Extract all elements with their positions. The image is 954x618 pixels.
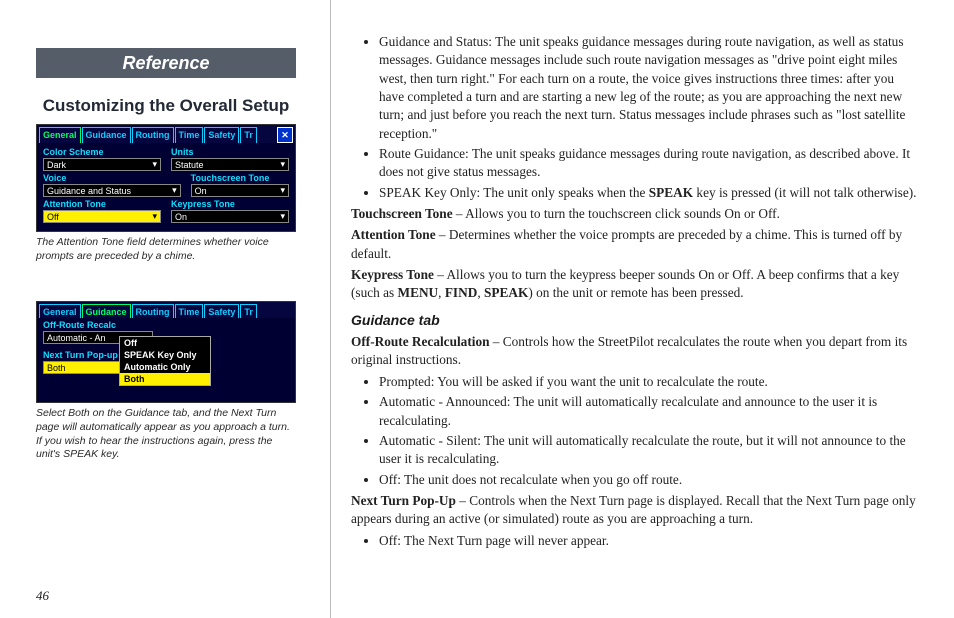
chevron-down-icon: ▾ xyxy=(152,159,157,170)
bullet-text: The unit speaks guidance messages during… xyxy=(379,34,905,141)
paragraph: Off-Route Recalculation – Controls how t… xyxy=(351,333,920,370)
list-item: Automatic - Announced: The unit will aut… xyxy=(379,393,920,430)
run-in-label: Touchscreen Tone xyxy=(351,206,453,221)
bullet-lead: Route Guidance: xyxy=(379,146,472,161)
color-scheme-select[interactable]: Dark ▾ xyxy=(43,158,161,171)
dropdown-option[interactable]: SPEAK Key Only xyxy=(120,349,210,361)
bullet-lead: SPEAK Key Only: xyxy=(379,185,483,200)
select-value: On xyxy=(195,186,207,196)
bullet-text: The unit only speaks when the xyxy=(483,185,648,200)
tab-general[interactable]: General xyxy=(39,304,81,318)
select-value: On xyxy=(175,212,187,222)
figure-caption: The Attention Tone field determines whet… xyxy=(36,236,296,263)
paragraph-text: – Allows you to turn the touchscreen cli… xyxy=(453,206,780,221)
left-column: Reference Customizing the Overall Setup … xyxy=(0,0,330,618)
dropdown-option[interactable]: Off xyxy=(120,337,210,349)
select-value: Guidance and Status xyxy=(47,186,131,196)
list-item: Route Guidance: The unit speaks guidance… xyxy=(379,145,920,182)
paragraph: Next Turn Pop-Up – Controls when the Nex… xyxy=(351,492,920,529)
device-tabs: General Guidance Routing Time Safety Tr xyxy=(37,302,295,318)
field-label: Off-Route Recalc xyxy=(43,320,289,330)
field-label: Keypress Tone xyxy=(171,199,289,209)
tab-routing[interactable]: Routing xyxy=(132,127,174,143)
list-item: Off: The Next Turn page will never appea… xyxy=(379,532,920,550)
list-item: Guidance and Status: The unit speaks gui… xyxy=(379,33,920,143)
key-name: SPEAK xyxy=(649,185,693,200)
dropdown-option[interactable]: Automatic Only xyxy=(120,361,210,373)
device-screenshot-general: General Guidance Routing Time Safety Tr … xyxy=(36,124,296,232)
tab-safety[interactable]: Safety xyxy=(204,127,239,143)
select-value: Off xyxy=(47,212,59,222)
select-value: Statute xyxy=(175,160,204,170)
recalc-options-list: Prompted: You will be asked if you want … xyxy=(351,373,920,489)
field-label: Color Scheme xyxy=(43,147,161,157)
bullet-lead: Guidance and Status: xyxy=(379,34,495,49)
chevron-down-icon: ▾ xyxy=(152,211,157,222)
close-icon[interactable]: ✕ xyxy=(277,127,293,143)
tab-time[interactable]: Time xyxy=(175,127,204,143)
figure-caption: Select Both on the Guidance tab, and the… xyxy=(36,407,296,462)
run-in-label: Attention Tone xyxy=(351,227,436,242)
run-in-label: Next Turn Pop-Up xyxy=(351,493,456,508)
tab-routing[interactable]: Routing xyxy=(132,304,174,318)
field-label: Attention Tone xyxy=(43,199,161,209)
dropdown-option-highlighted[interactable]: Both xyxy=(120,373,210,385)
tab-guidance[interactable]: Guidance xyxy=(82,127,131,143)
chevron-down-icon: ▾ xyxy=(280,185,285,196)
body-text-column: Guidance and Status: The unit speaks gui… xyxy=(330,0,954,618)
field-label: Voice xyxy=(43,173,181,183)
page-number: 46 xyxy=(36,588,49,604)
key-name: MENU xyxy=(398,285,439,300)
tab-safety[interactable]: Safety xyxy=(204,304,239,318)
units-select[interactable]: Statute ▾ xyxy=(171,158,289,171)
keypress-tone-select[interactable]: On ▾ xyxy=(171,210,289,223)
paragraph: Attention Tone – Determines whether the … xyxy=(351,226,920,263)
tab-general[interactable]: General xyxy=(39,127,81,143)
tab-guidance[interactable]: Guidance xyxy=(82,304,131,318)
run-in-label: Keypress Tone xyxy=(351,267,434,282)
attention-tone-select[interactable]: Off ▾ xyxy=(43,210,161,223)
select-value: Both xyxy=(47,363,66,373)
field-label: Units xyxy=(171,147,289,157)
list-item: Prompted: You will be asked if you want … xyxy=(379,373,920,391)
run-in-label: Off-Route Recalculation xyxy=(351,334,489,349)
key-name: FIND xyxy=(445,285,478,300)
tab-tr[interactable]: Tr xyxy=(240,304,257,318)
chevron-down-icon: ▾ xyxy=(280,211,285,222)
dropdown-menu[interactable]: Off SPEAK Key Only Automatic Only Both xyxy=(119,336,211,386)
device-screenshot-guidance: General Guidance Routing Time Safety Tr … xyxy=(36,301,296,403)
voice-mode-list: Guidance and Status: The unit speaks gui… xyxy=(351,33,920,202)
next-turn-options-list: Off: The Next Turn page will never appea… xyxy=(351,532,920,550)
tab-time[interactable]: Time xyxy=(175,304,204,318)
sub-heading: Guidance tab xyxy=(351,311,920,330)
paragraph-text: ) on the unit or remote has been pressed… xyxy=(528,285,743,300)
section-band: Reference xyxy=(36,48,296,78)
select-value: Dark xyxy=(47,160,66,170)
tab-tr[interactable]: Tr xyxy=(240,127,257,143)
voice-select[interactable]: Guidance and Status ▾ xyxy=(43,184,181,197)
chevron-down-icon: ▾ xyxy=(172,185,177,196)
touchscreen-tone-select[interactable]: On ▾ xyxy=(191,184,289,197)
device-tabs: General Guidance Routing Time Safety Tr … xyxy=(37,125,295,143)
paragraph: Keypress Tone – Allows you to turn the k… xyxy=(351,266,920,303)
chevron-down-icon: ▾ xyxy=(280,159,285,170)
field-label: Touchscreen Tone xyxy=(191,173,289,183)
list-item: SPEAK Key Only: The unit only speaks whe… xyxy=(379,184,920,202)
page-heading: Customizing the Overall Setup xyxy=(36,96,296,116)
paragraph: Touchscreen Tone – Allows you to turn th… xyxy=(351,205,920,223)
key-name: SPEAK xyxy=(484,285,528,300)
bullet-text: key is pressed (it will not talk otherwi… xyxy=(693,185,916,200)
list-item: Automatic - Silent: The unit will automa… xyxy=(379,432,920,469)
list-item: Off: The unit does not recalculate when … xyxy=(379,471,920,489)
select-value: Automatic - An xyxy=(47,333,106,343)
